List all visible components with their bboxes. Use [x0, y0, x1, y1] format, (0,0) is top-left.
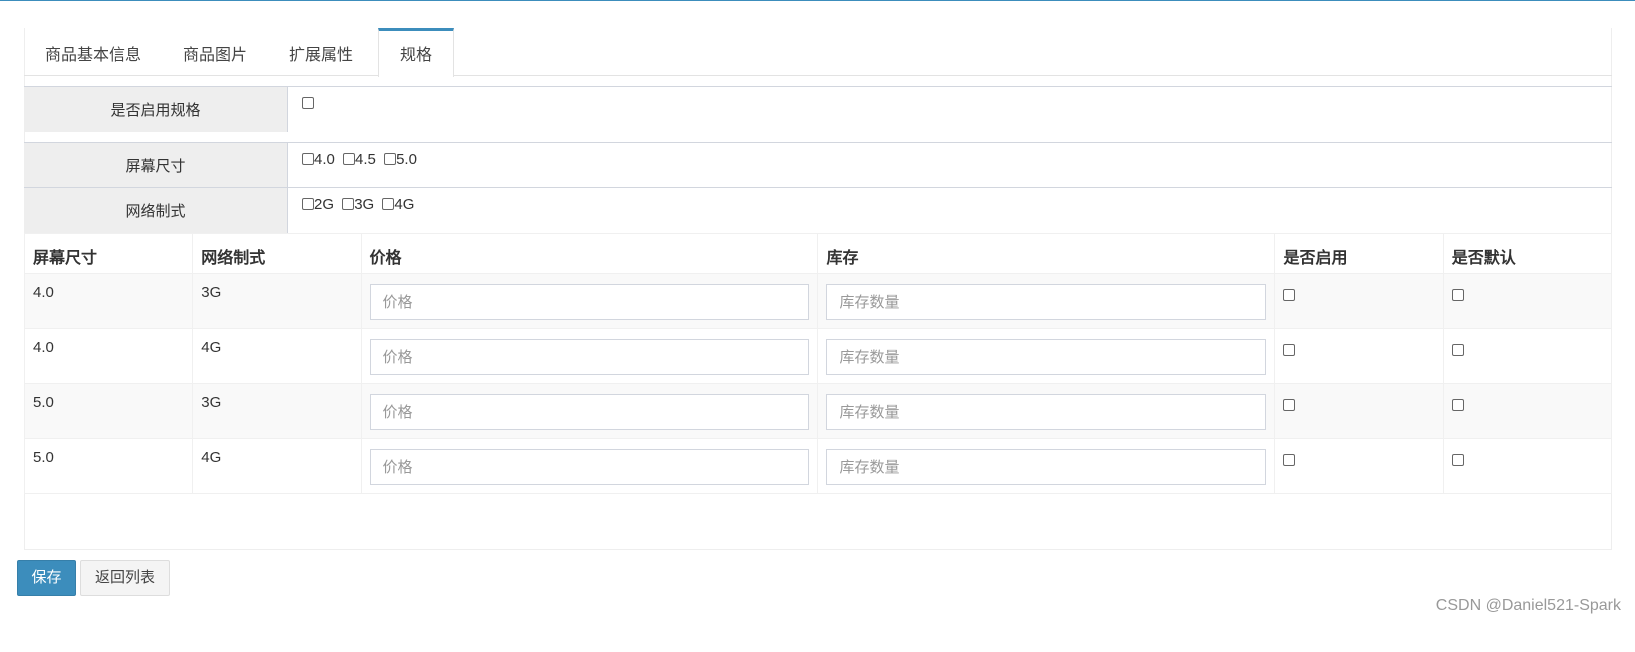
save-button[interactable]: 保存 [17, 560, 76, 596]
enabled-checkbox[interactable] [1283, 344, 1296, 356]
cell-network: 4G [192, 438, 362, 494]
enable-spec-checkbox[interactable] [302, 97, 314, 109]
option-label: 5.0 [396, 151, 417, 168]
option-checkbox[interactable] [302, 198, 314, 210]
cell-network: 3G [192, 273, 362, 329]
option-checkbox[interactable] [342, 198, 355, 210]
back-to-list-button[interactable]: 返回列表 [80, 560, 170, 596]
spec-row-network: 网络制式 2G 3G 4G [24, 187, 1612, 233]
cell-default [1442, 328, 1613, 384]
cell-enabled [1274, 438, 1444, 494]
price-input[interactable] [369, 339, 810, 375]
table-row: 4.0 3G [23, 273, 1613, 329]
stock-input[interactable] [826, 449, 1267, 485]
spec-label-network: 网络制式 [24, 188, 288, 233]
spec-option[interactable]: 4G [382, 196, 414, 213]
option-label: 4.5 [355, 151, 376, 168]
cell-enabled [1274, 328, 1444, 384]
spec-option[interactable]: 2G [302, 196, 334, 213]
sku-table: 屏幕尺寸 网络制式 价格 库存 是否启用 是否默认 4.0 3G 4.0 4G … [23, 233, 1613, 494]
sku-table-header: 屏幕尺寸 网络制式 价格 库存 是否启用 是否默认 [23, 233, 1613, 274]
cell-network: 3G [192, 383, 362, 439]
price-input[interactable] [369, 449, 810, 485]
tab-specification[interactable]: 规格 [378, 28, 455, 77]
header-enabled: 是否启用 [1274, 233, 1444, 274]
default-checkbox[interactable] [1451, 289, 1464, 301]
header-default: 是否默认 [1442, 233, 1613, 274]
cell-screen-size: 4.0 [23, 328, 194, 384]
default-checkbox[interactable] [1451, 399, 1464, 411]
enabled-checkbox[interactable] [1283, 289, 1296, 301]
enable-spec-label: 是否启用规格 [24, 87, 288, 132]
cell-stock [817, 383, 1276, 439]
cell-screen-size: 5.0 [23, 438, 194, 494]
stock-input[interactable] [826, 339, 1267, 375]
default-checkbox[interactable] [1451, 454, 1464, 466]
option-label: 4G [394, 196, 415, 213]
enable-spec-row: 是否启用规格 [24, 86, 1612, 132]
tab-images[interactable]: 商品图片 [162, 28, 268, 76]
cell-price [360, 328, 819, 384]
tab-extended-attributes[interactable]: 扩展属性 [268, 28, 374, 76]
table-row: 5.0 3G [23, 383, 1613, 439]
spec-option[interactable]: 4.0 [302, 151, 335, 168]
cell-price [360, 273, 819, 329]
header-network: 网络制式 [192, 233, 362, 274]
spec-row-screen-size: 屏幕尺寸 4.0 4.5 5.0 [24, 142, 1612, 188]
cell-stock [817, 438, 1276, 494]
spec-option[interactable]: 3G [342, 196, 374, 213]
spec-option[interactable]: 4.5 [343, 151, 376, 168]
header-price: 价格 [360, 233, 819, 274]
option-checkbox[interactable] [382, 198, 395, 210]
watermark: CSDN @Daniel521-Spark [1435, 597, 1621, 614]
stock-input[interactable] [826, 394, 1267, 430]
option-checkbox[interactable] [384, 153, 397, 165]
option-checkbox[interactable] [343, 153, 356, 165]
cell-price [360, 383, 819, 439]
cell-default [1442, 438, 1613, 494]
cell-screen-size: 5.0 [23, 383, 194, 439]
cell-stock [817, 328, 1276, 384]
spec-options-screen-size: 4.0 4.5 5.0 [288, 143, 1612, 188]
header-screen-size: 屏幕尺寸 [23, 233, 194, 274]
cell-stock [817, 273, 1276, 329]
page-top-border [0, 0, 1635, 1]
spec-label-screen-size: 屏幕尺寸 [24, 143, 288, 188]
enabled-checkbox[interactable] [1283, 399, 1296, 411]
enable-spec-value [288, 87, 1612, 132]
cell-enabled [1274, 273, 1444, 329]
cell-default [1442, 383, 1613, 439]
default-checkbox[interactable] [1451, 344, 1464, 356]
cell-default [1442, 273, 1613, 329]
option-label: 2G [314, 196, 335, 213]
cell-screen-size: 4.0 [23, 273, 194, 329]
price-input[interactable] [369, 394, 810, 430]
stock-input[interactable] [826, 284, 1267, 320]
enabled-checkbox[interactable] [1283, 454, 1296, 466]
option-label: 3G [354, 196, 375, 213]
spec-option[interactable]: 5.0 [384, 151, 417, 168]
table-row: 5.0 4G [23, 438, 1613, 494]
option-label: 4.0 [314, 151, 335, 168]
cell-price [360, 438, 819, 494]
tab-bar: 商品基本信息 商品图片 扩展属性 规格 [24, 28, 1612, 77]
option-checkbox[interactable] [302, 153, 314, 165]
header-stock: 库存 [817, 233, 1276, 274]
table-row: 4.0 4G [23, 328, 1613, 384]
cell-network: 4G [192, 328, 362, 384]
cell-enabled [1274, 383, 1444, 439]
tab-basic-info[interactable]: 商品基本信息 [24, 28, 162, 76]
price-input[interactable] [369, 284, 810, 320]
spec-options-network: 2G 3G 4G [288, 188, 1612, 233]
